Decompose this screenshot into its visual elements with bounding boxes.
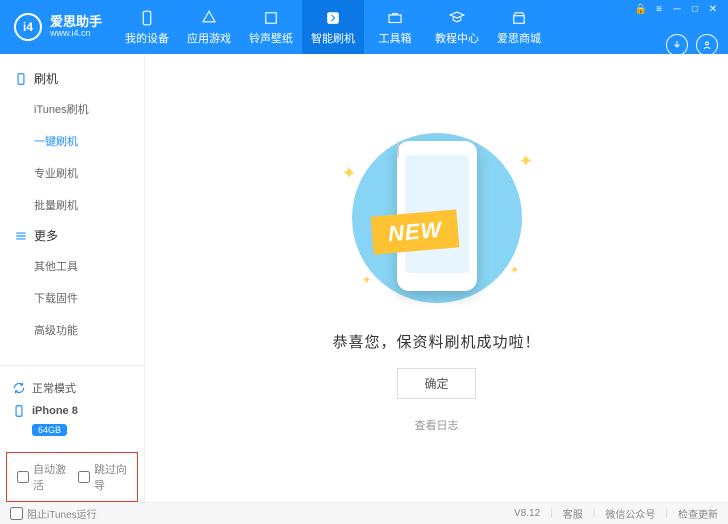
sidebar-item-download-fw[interactable]: 下载固件: [0, 282, 144, 314]
apps-icon: [200, 9, 218, 27]
lock-icon[interactable]: 🔒: [636, 4, 646, 14]
nav-store[interactable]: 爱思商城: [488, 0, 550, 54]
success-message: 恭喜您，保资料刷机成功啦！: [332, 331, 540, 352]
main-content: ✦ ✦ ✦ ✦ NEW 恭喜您，保资料刷机成功啦！ 确定 查看日志: [145, 54, 728, 502]
close-icon[interactable]: ✕: [708, 4, 718, 14]
sidebar-item-advanced[interactable]: 高级功能: [0, 314, 144, 346]
toolbox-icon: [386, 9, 404, 27]
success-illustration: ✦ ✦ ✦ ✦ NEW: [332, 123, 542, 313]
nav-toolbox[interactable]: 工具箱: [364, 0, 426, 54]
sidebar-item-oneclick-flash[interactable]: 一键刷机: [0, 125, 144, 157]
sidebar-item-batch-flash[interactable]: 批量刷机: [0, 189, 144, 221]
block-itunes-checkbox[interactable]: 阻止iTunes运行: [10, 506, 97, 521]
footer-link-wechat[interactable]: 微信公众号: [605, 506, 655, 521]
menu-icon[interactable]: ≡: [654, 4, 664, 14]
sparkle-icon: ✦: [518, 151, 533, 172]
top-nav: 我的设备 应用游戏 铃声壁纸 智能刷机 工具箱 教程中心 爱思商城: [116, 0, 550, 54]
footer: 阻止iTunes运行 V8.12 | 客服 | 微信公众号 | 检查更新: [0, 502, 728, 524]
sparkle-icon: ✦: [342, 163, 357, 184]
sidebar-bottom: 正常模式 iPhone 8 64GB: [0, 365, 144, 446]
sidebar: 刷机 iTunes刷机 一键刷机 专业刷机 批量刷机 更多 其他工具 下载固件 …: [0, 54, 145, 502]
logo-icon: i4: [14, 13, 42, 41]
sidebar-item-pro-flash[interactable]: 专业刷机: [0, 157, 144, 189]
user-button[interactable]: [696, 34, 718, 56]
nav-flash[interactable]: 智能刷机: [302, 0, 364, 54]
tutorial-icon: [448, 9, 466, 27]
device-row[interactable]: iPhone 8: [12, 400, 132, 422]
sidebar-item-itunes-flash[interactable]: iTunes刷机: [0, 93, 144, 125]
app-url: www.i4.cn: [50, 29, 102, 39]
wallpaper-icon: [262, 9, 280, 27]
list-icon: [14, 229, 28, 243]
sidebar-item-other-tools[interactable]: 其他工具: [0, 250, 144, 282]
footer-link-update[interactable]: 检查更新: [678, 506, 718, 521]
footer-link-support[interactable]: 客服: [563, 506, 583, 521]
maximize-icon[interactable]: □: [690, 4, 700, 14]
header: i4 爱思助手 www.i4.cn 我的设备 应用游戏 铃声壁纸 智能刷机 工具…: [0, 0, 728, 54]
device-icon: [14, 72, 28, 86]
download-button[interactable]: [666, 34, 688, 56]
sparkle-icon: ✦: [362, 273, 372, 287]
version-label: V8.12: [514, 508, 540, 519]
app-name: 爱思助手: [50, 15, 102, 29]
sidebar-section-flash: 刷机: [0, 64, 144, 93]
nav-apps[interactable]: 应用游戏: [178, 0, 240, 54]
phone-icon: [138, 9, 156, 27]
nav-device[interactable]: 我的设备: [116, 0, 178, 54]
confirm-button[interactable]: 确定: [397, 368, 475, 399]
nav-tutorial[interactable]: 教程中心: [426, 0, 488, 54]
phone-small-icon: [12, 404, 26, 418]
minimize-icon[interactable]: ─: [672, 4, 682, 14]
skip-guide-checkbox[interactable]: 跳过向导: [78, 461, 127, 493]
refresh-icon: [12, 381, 26, 395]
storage-badge: 64GB: [32, 424, 67, 436]
app-logo: i4 爱思助手 www.i4.cn: [0, 0, 116, 54]
auto-activate-checkbox[interactable]: 自动激活: [17, 461, 66, 493]
nav-ringtones[interactable]: 铃声壁纸: [240, 0, 302, 54]
new-ribbon: NEW: [370, 209, 459, 254]
store-icon: [510, 9, 528, 27]
window-controls: 🔒 ≡ ─ □ ✕: [636, 0, 718, 14]
sidebar-section-more: 更多: [0, 221, 144, 250]
mode-row[interactable]: 正常模式: [12, 376, 132, 400]
flash-icon: [324, 9, 342, 27]
sparkle-icon: ✦: [509, 263, 519, 277]
view-log-link[interactable]: 查看日志: [415, 417, 459, 433]
highlighted-options: 自动激活 跳过向导: [6, 452, 138, 502]
header-right: 🔒 ≡ ─ □ ✕: [636, 0, 728, 54]
